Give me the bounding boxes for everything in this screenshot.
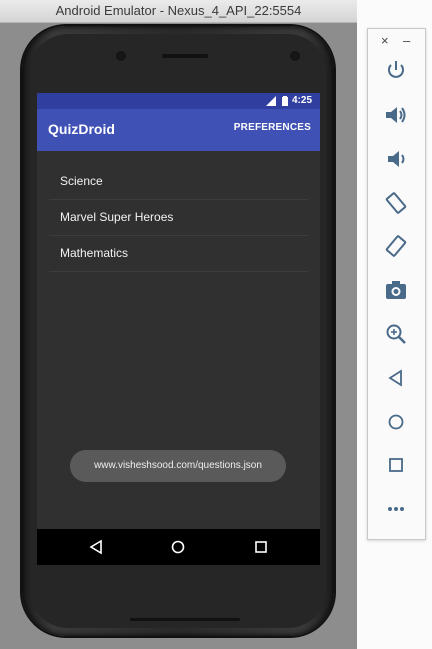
back-triangle-icon[interactable] xyxy=(87,539,105,555)
camera-icon xyxy=(386,281,406,299)
recents-square-icon[interactable] xyxy=(252,539,270,555)
earpiece-speaker xyxy=(162,54,208,58)
emulator-overview-button[interactable] xyxy=(382,451,410,479)
overview-icon xyxy=(389,458,403,472)
zoom-button[interactable] xyxy=(382,320,410,348)
list-item-marvel-super-heroes[interactable]: Marvel Super Heroes xyxy=(49,200,308,236)
home-icon xyxy=(388,414,404,430)
rotate-right-icon xyxy=(385,235,407,257)
list-item-science[interactable]: Science xyxy=(49,164,308,200)
power-icon xyxy=(388,61,404,78)
preferences-button[interactable]: PREFERENCES xyxy=(234,122,311,133)
navigation-bar xyxy=(37,529,320,565)
power-button[interactable] xyxy=(382,56,410,84)
bottom-speaker xyxy=(130,618,240,621)
screenshot-button[interactable] xyxy=(382,276,410,304)
home-circle-icon[interactable] xyxy=(169,539,187,555)
toast-message: www.visheshsood.com/questions.json xyxy=(70,450,286,482)
more-options-button[interactable] xyxy=(382,495,410,523)
window-title: Android Emulator - Nexus_4_API_22:5554 xyxy=(55,3,302,18)
emulator-back-button[interactable] xyxy=(382,364,410,392)
more-icon xyxy=(388,507,404,511)
topic-list: Science Marvel Super Heroes Mathematics xyxy=(49,164,308,272)
phone-screen: 4:25 QuizDroid PREFERENCES Science Marve… xyxy=(37,93,320,565)
window-titlebar[interactable]: Android Emulator - Nexus_4_API_22:5554 xyxy=(0,0,357,23)
emulator-window: Android Emulator - Nexus_4_API_22:5554 4… xyxy=(0,0,357,649)
volume-up-icon xyxy=(386,107,406,123)
volume-down-icon xyxy=(388,151,405,167)
back-icon xyxy=(388,369,402,387)
app-bar: QuizDroid PREFERENCES xyxy=(37,109,320,151)
volume-down-button[interactable] xyxy=(382,145,410,173)
rotate-left-icon xyxy=(385,192,407,214)
status-bar: 4:25 xyxy=(37,93,320,109)
minimize-button[interactable]: – xyxy=(403,33,410,48)
signal-icon xyxy=(265,95,276,106)
battery-icon xyxy=(281,95,288,106)
close-button[interactable]: × xyxy=(381,33,389,48)
front-camera xyxy=(116,51,126,61)
status-time: 4:25 xyxy=(291,95,312,106)
list-item-mathematics[interactable]: Mathematics xyxy=(49,236,308,272)
app-title: QuizDroid xyxy=(48,121,115,137)
emulator-home-button[interactable] xyxy=(382,408,410,436)
volume-up-button[interactable] xyxy=(382,101,410,129)
zoom-icon xyxy=(386,324,406,344)
proximity-sensor xyxy=(290,51,300,61)
emulator-side-toolbar: × – xyxy=(367,28,426,540)
rotate-left-button[interactable] xyxy=(382,189,410,217)
rotate-right-button[interactable] xyxy=(382,232,410,260)
